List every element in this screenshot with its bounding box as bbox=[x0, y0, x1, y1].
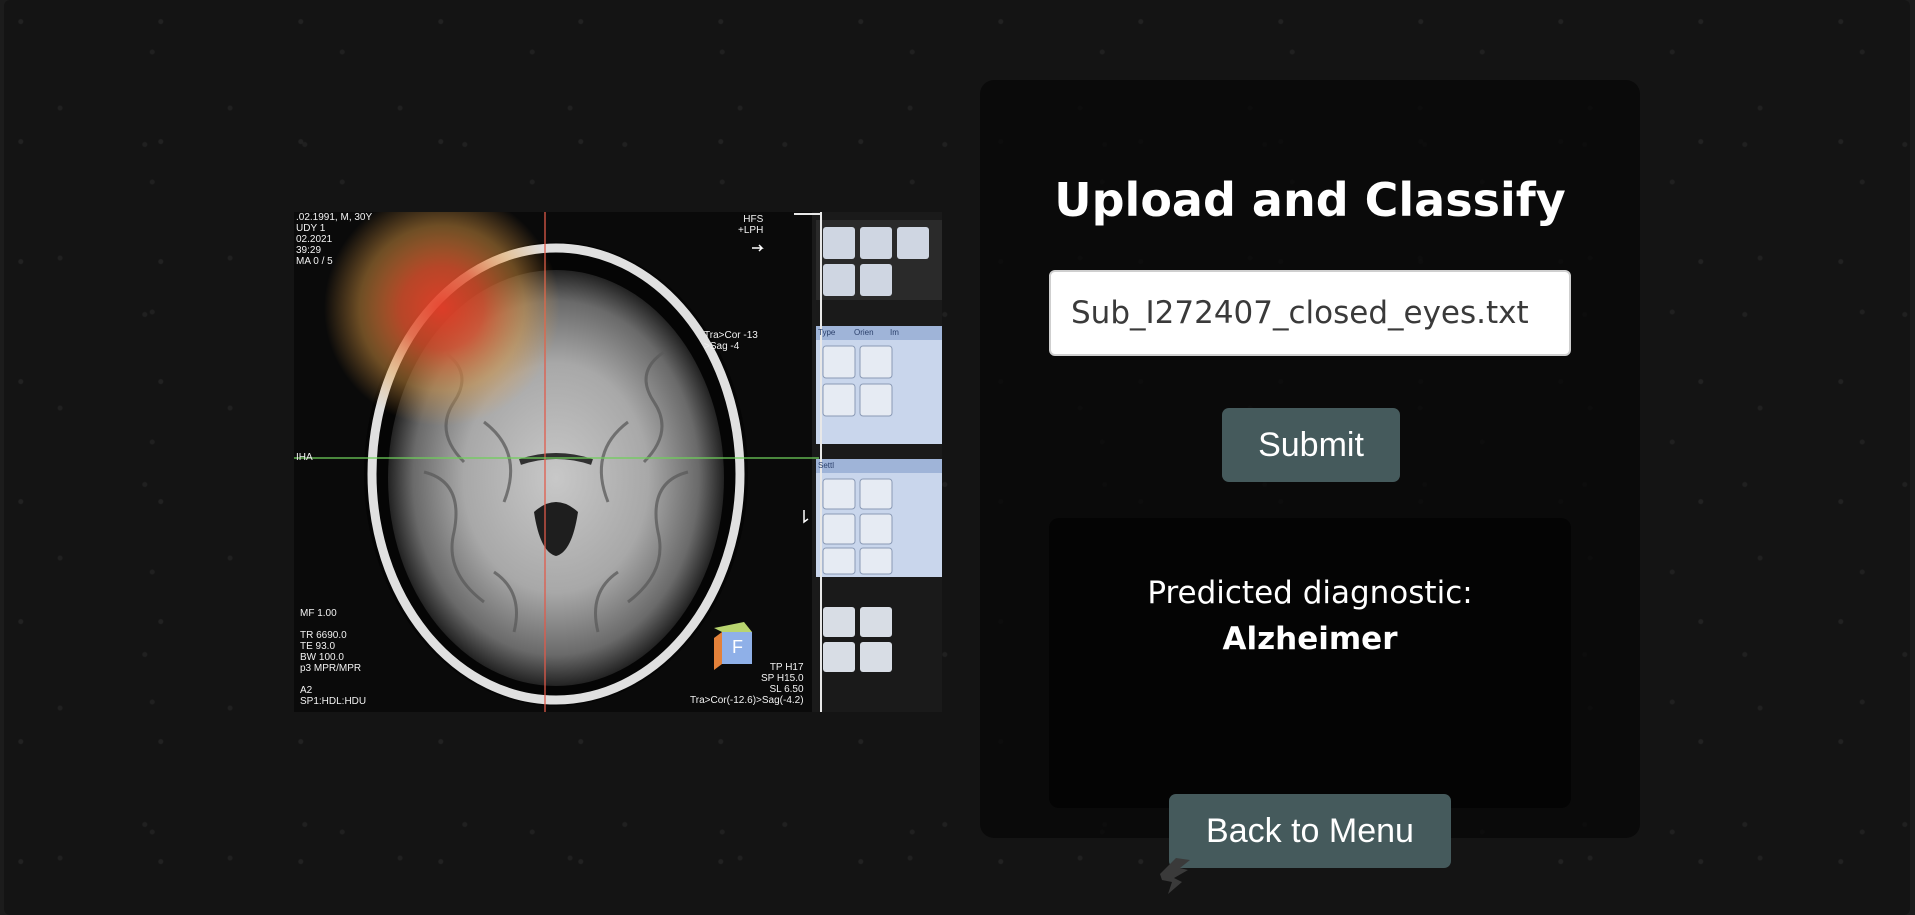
prediction-value: Alzheimer bbox=[1222, 621, 1398, 657]
mri-bottom-left-text: MF 1.00 TR 6690.0 TE 93.0 BW 100.0 p3 MP… bbox=[300, 608, 367, 707]
mri-scan-image: .02.1991, M, 30Y UDY 1 02.2021 39:29 MA … bbox=[294, 212, 942, 712]
mri-panel-section: Settl bbox=[818, 461, 835, 470]
back-to-menu-button[interactable]: Back to Menu bbox=[1169, 794, 1451, 868]
mri-top-left-text: .02.1991, M, 30Y UDY 1 02.2021 39:29 MA … bbox=[296, 212, 373, 267]
mri-cube-letter: F bbox=[732, 637, 743, 657]
submit-button[interactable]: Submit bbox=[1222, 408, 1400, 482]
page-background: .02.1991, M, 30Y UDY 1 02.2021 39:29 MA … bbox=[4, 0, 1910, 915]
mri-brain-graphic bbox=[294, 212, 942, 712]
mri-panel-tab-im: Im bbox=[890, 328, 899, 337]
mri-axis-text: Tra>Cor -13 >Sag -4 bbox=[704, 330, 758, 352]
mri-panel-tab-type: Type bbox=[818, 328, 836, 337]
mri-top-right-text: HFS +LPH bbox=[738, 214, 764, 236]
file-name-input[interactable]: Sub_I272407_closed_eyes.txt bbox=[1049, 270, 1571, 356]
prediction-label: Predicted diagnostic: bbox=[1147, 575, 1473, 611]
page-title: Upload and Classify bbox=[1054, 173, 1566, 227]
mri-panel-tab-orien: Orien bbox=[854, 328, 874, 337]
mri-left-marker: IHA bbox=[296, 452, 313, 463]
brand-logo-icon bbox=[1154, 852, 1196, 898]
mri-bottom-right-text: TP H17 SP H15.0 SL 6.50 Tra>Cor(-12.6)>S… bbox=[690, 662, 804, 706]
upload-panel: Upload and Classify Sub_I272407_closed_e… bbox=[980, 80, 1640, 868]
result-box: Predicted diagnostic: Alzheimer Back to … bbox=[1049, 518, 1571, 868]
